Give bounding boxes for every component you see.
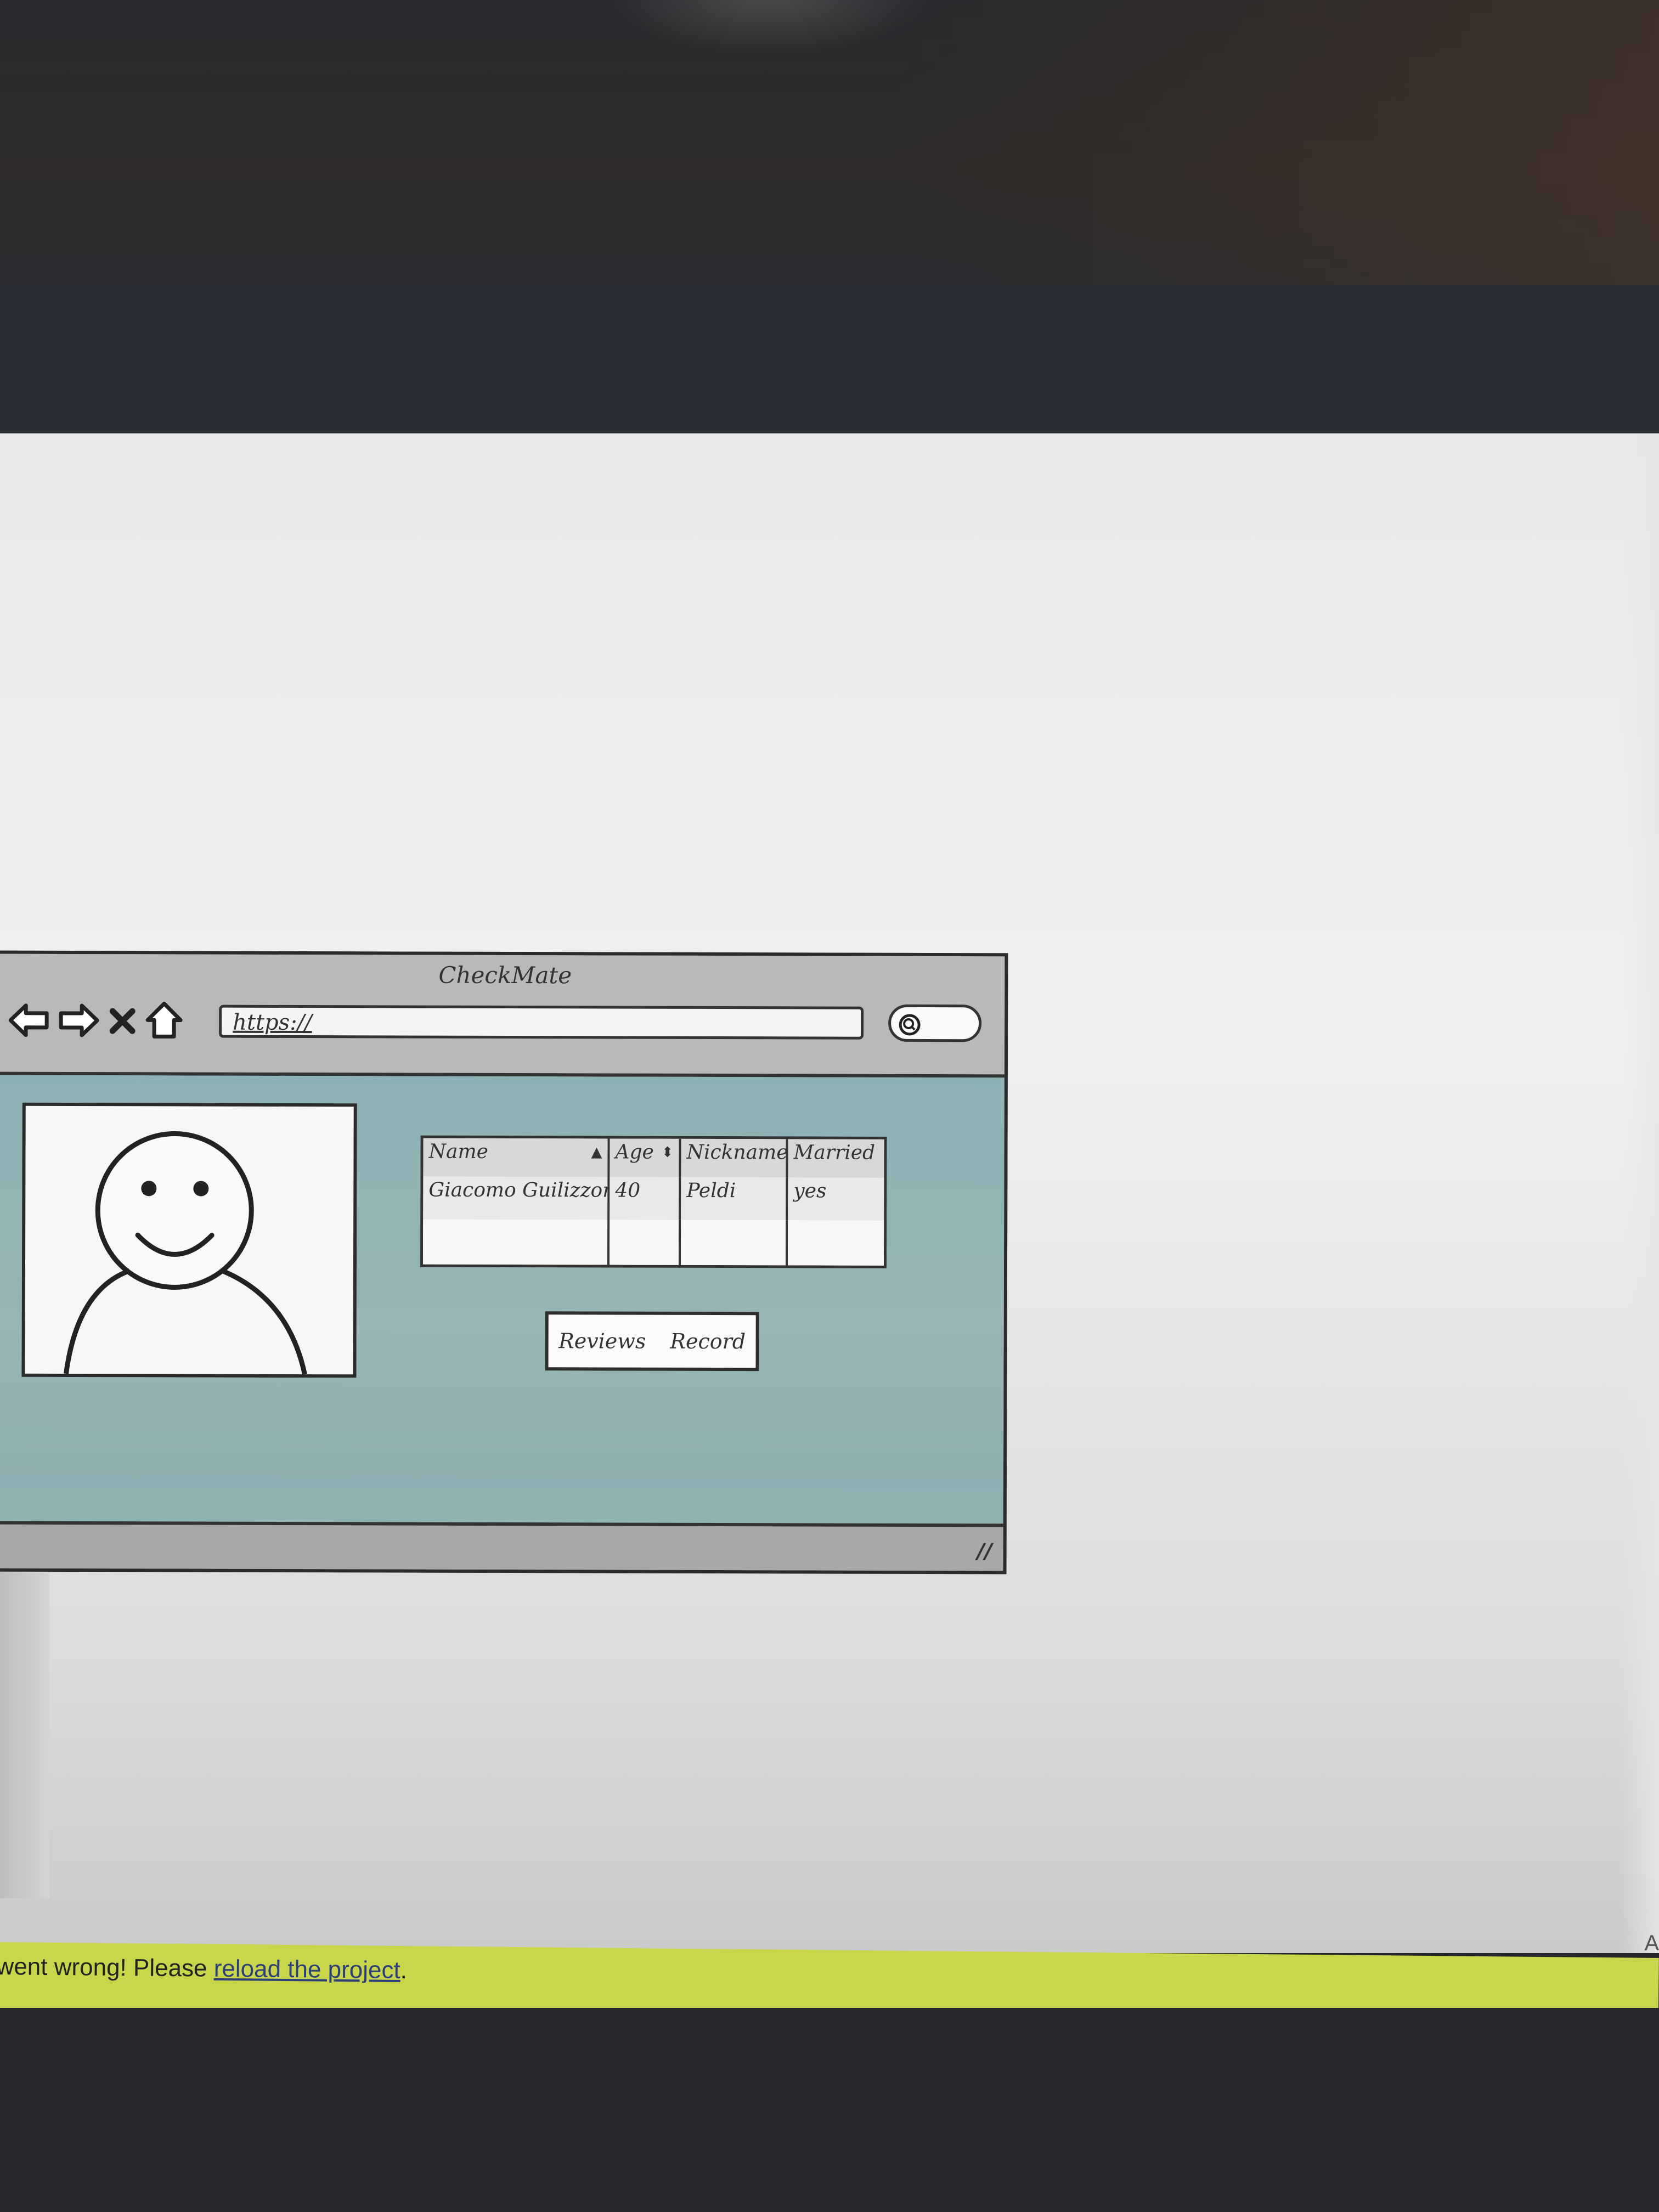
nav-icons [7, 1000, 184, 1041]
error-message: went wrong! Please reload the project. [0, 1953, 408, 1984]
column-header-nickname[interactable]: Nickname [681, 1138, 788, 1178]
table-cell: yes [788, 1177, 884, 1221]
canvas-edge [1621, 433, 1659, 1953]
home-icon[interactable] [144, 1000, 184, 1041]
table-cell-empty [680, 1220, 788, 1266]
back-arrow-icon[interactable] [7, 1001, 51, 1040]
forward-arrow-icon[interactable] [57, 1001, 100, 1040]
corner-label: A [1644, 1931, 1659, 1955]
table-cell-empty [609, 1220, 681, 1265]
url-field[interactable]: https:// [219, 1005, 864, 1040]
wireframe-titlebar: CheckMate https:// [0, 953, 1005, 1078]
wireframe-statusbar: // [0, 1521, 1003, 1571]
monitor-bottom [0, 2008, 1659, 2212]
column-header-age[interactable]: Age ⬍ [610, 1138, 681, 1177]
table-cell: Peldi [681, 1177, 788, 1221]
button-bar: Reviews Record [545, 1311, 759, 1372]
table-cell-empty [787, 1220, 884, 1266]
table-cell-empty [422, 1219, 610, 1265]
wireframe-title: CheckMate [438, 961, 572, 989]
search-button[interactable] [888, 1004, 982, 1042]
column-header-name[interactable]: Name ▲ [423, 1138, 610, 1177]
user-avatar-icon [64, 1131, 307, 1375]
sort-toggle-icon: ⬍ [661, 1144, 674, 1161]
browser-wireframe[interactable]: CheckMate https:// Name ▲ Age ⬍ Nickname… [0, 950, 1008, 1575]
avatar-image [21, 1102, 357, 1378]
screen-bezel [0, 285, 1659, 433]
column-header-married[interactable]: Married [788, 1139, 884, 1178]
wireframe-body: Name ▲ Age ⬍ Nickname Married Giacomo Guil… [0, 1075, 1005, 1489]
sort-up-icon: ▲ [591, 1144, 602, 1161]
close-icon[interactable] [106, 1001, 139, 1040]
data-grid[interactable]: Name ▲ Age ⬍ Nickname Married Giacomo Guil… [420, 1135, 887, 1268]
table-cell: 40 [610, 1177, 681, 1220]
reload-project-link[interactable]: reload the project [214, 1955, 400, 1984]
table-cell: Giacomo Guilizzoni [423, 1176, 610, 1220]
resize-grip-icon[interactable]: // [977, 1539, 992, 1563]
reviews-button[interactable]: Reviews [558, 1329, 646, 1353]
search-icon [899, 1014, 921, 1036]
record-button[interactable]: Record [670, 1329, 746, 1353]
